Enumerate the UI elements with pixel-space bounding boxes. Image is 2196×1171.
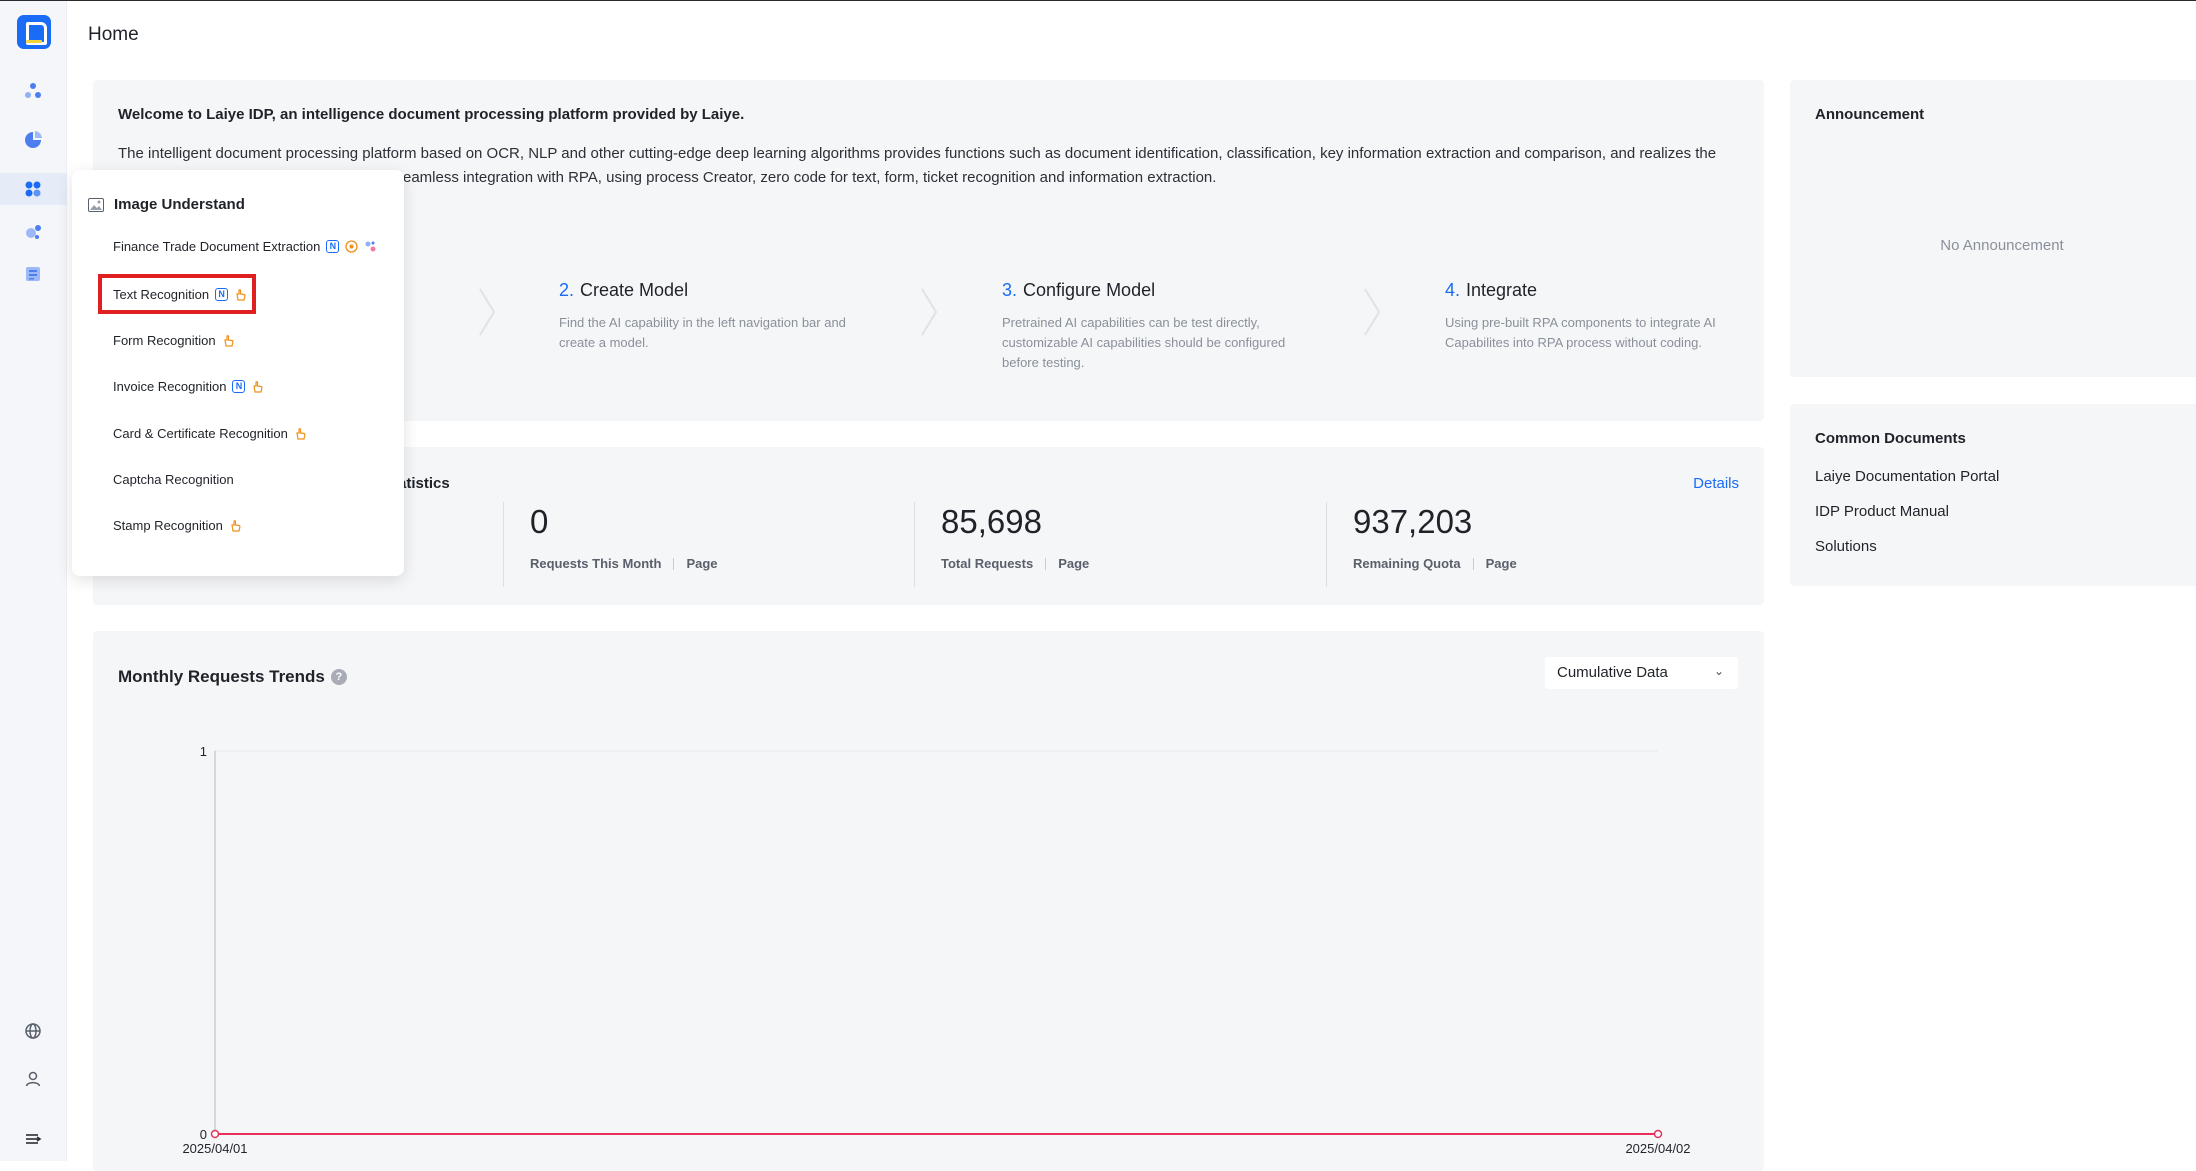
step-number: 4. (1445, 280, 1461, 300)
stat-unit: Page (686, 556, 718, 571)
doc-link-product-manual[interactable]: IDP Product Manual (1815, 503, 1949, 520)
image-understand-menu: Image Understand Finance Trade Document … (72, 170, 404, 576)
stat-separator (1472, 557, 1474, 570)
chart-icon[interactable] (20, 127, 46, 153)
stat-remaining-quota: 937,203 Remaining Quota Page (1326, 502, 1517, 587)
model-icon[interactable] (20, 219, 46, 245)
globe-icon[interactable] (20, 1018, 46, 1044)
stat-requests-this-month: 0 Requests This Month Page (503, 502, 718, 587)
chart-y-tick-label: 1 (200, 744, 207, 759)
stat-value: 0 (530, 503, 549, 540)
step-arrow-icon (921, 288, 938, 336)
details-link[interactable]: Details (1693, 475, 1739, 492)
announcement-card: Announcement No Announcement (1790, 80, 2196, 377)
step-description: Find the AI capability in the left navig… (559, 315, 846, 350)
chart-data-point (1653, 1129, 1663, 1139)
step-number: 2. (559, 280, 575, 300)
step-configure-model: 3. Configure Model Pretrained AI capabili… (1002, 280, 1302, 373)
menu-item-label: Form Recognition (113, 333, 216, 348)
menu-header-label: Image Understand (114, 196, 245, 213)
star-badge-icon (345, 240, 359, 253)
step-title: Create Model (580, 280, 689, 300)
step-integrate: 4. Integrate Using pre-built RPA componen… (1445, 280, 1745, 353)
stat-separator (673, 557, 675, 570)
doc-link-documentation-portal[interactable]: Laiye Documentation Portal (1815, 468, 1999, 485)
menu-item-stamp-recognition[interactable]: Stamp Recognition (113, 518, 242, 533)
flow-icon[interactable] (20, 78, 46, 104)
step-create-model: 2. Create Model Find the AI capability in… (559, 280, 859, 353)
hand-badge-icon (223, 335, 234, 347)
chart-data-point (210, 1129, 220, 1139)
step-arrow-icon (479, 288, 496, 336)
ai-badge-icon (365, 241, 376, 252)
doc-link-solutions[interactable]: Solutions (1815, 538, 1877, 555)
stat-label: Requests This Month (530, 556, 662, 571)
step-title: Integrate (1466, 280, 1538, 300)
stat-unit: Page (1058, 556, 1090, 571)
common-documents-title: Common Documents (1815, 430, 1966, 447)
common-documents-card: Common Documents Laiye Documentation Por… (1790, 404, 2196, 586)
menu-item-form-recognition[interactable]: Form Recognition (113, 333, 235, 348)
chart-x-tick-label: 2025/04/01 (182, 1141, 247, 1156)
welcome-title: Welcome to Laiye IDP, an intelligence do… (118, 106, 745, 123)
monthly-trends-card: Monthly Requests Trends ? Cumulative Dat… (93, 631, 1764, 1171)
announcement-title: Announcement (1815, 106, 1925, 123)
chart-x-tick-label: 2025/04/02 (1625, 1141, 1690, 1156)
menu-header: Image Understand (88, 196, 245, 213)
hand-badge-icon (296, 428, 306, 440)
stat-separator (1045, 557, 1047, 570)
app-logo[interactable] (17, 15, 51, 49)
step-title: Configure Model (1023, 280, 1156, 300)
stat-unit: Page (1485, 556, 1517, 571)
hand-badge-icon (253, 381, 263, 393)
stat-total-requests: 85,698 Total Requests Page (914, 502, 1089, 587)
menu-item-label: Stamp Recognition (113, 518, 223, 533)
document-icon[interactable] (20, 261, 46, 287)
selection-highlight-box (98, 274, 256, 314)
menu-toggle-icon[interactable] (20, 1126, 46, 1152)
step-number: 3. (1002, 280, 1018, 300)
page-title: Home (88, 24, 139, 45)
n-badge-icon: N (326, 240, 340, 253)
menu-item-label: Invoice Recognition (113, 379, 227, 394)
step-description: Pretrained AI capabilities can be test d… (1002, 315, 1286, 370)
menu-item-card-certificate-recognition[interactable]: Card & Certificate Recognition (113, 426, 307, 441)
stat-value: 85,698 (941, 503, 1042, 540)
user-icon[interactable] (20, 1066, 46, 1092)
welcome-description-line1: The intelligent document processing plat… (118, 145, 1717, 162)
menu-item-captcha-recognition[interactable]: Captcha Recognition (113, 472, 234, 487)
step-description: Using pre-built RPA components to integr… (1445, 315, 1716, 350)
window-top-border (0, 0, 2196, 1)
stat-label: Remaining Quota (1353, 556, 1461, 571)
menu-item-label: Finance Trade Document Extraction (113, 239, 321, 254)
stat-value: 937,203 (1353, 503, 1473, 540)
trends-chart: 1 02025/04/01 2025/04/02 (182, 744, 1690, 1156)
n-badge-icon: N (232, 380, 246, 393)
image-icon (88, 197, 104, 212)
menu-item-invoice-recognition[interactable]: Invoice Recognition N (113, 379, 264, 394)
announcement-empty-text: No Announcement (1940, 237, 2064, 254)
menu-item-label: Captcha Recognition (113, 472, 234, 487)
apps-icon[interactable] (20, 176, 46, 202)
step-arrow-icon (1364, 288, 1381, 336)
menu-item-label: Card & Certificate Recognition (113, 426, 288, 441)
menu-item-finance-trade-document-extraction[interactable]: Finance Trade Document Extraction N (113, 239, 377, 254)
stat-label: Total Requests (941, 556, 1034, 571)
left-nav-rail (0, 1, 67, 1161)
chart-y-tick-label: 0 (200, 1127, 207, 1142)
hand-badge-icon (231, 520, 241, 532)
